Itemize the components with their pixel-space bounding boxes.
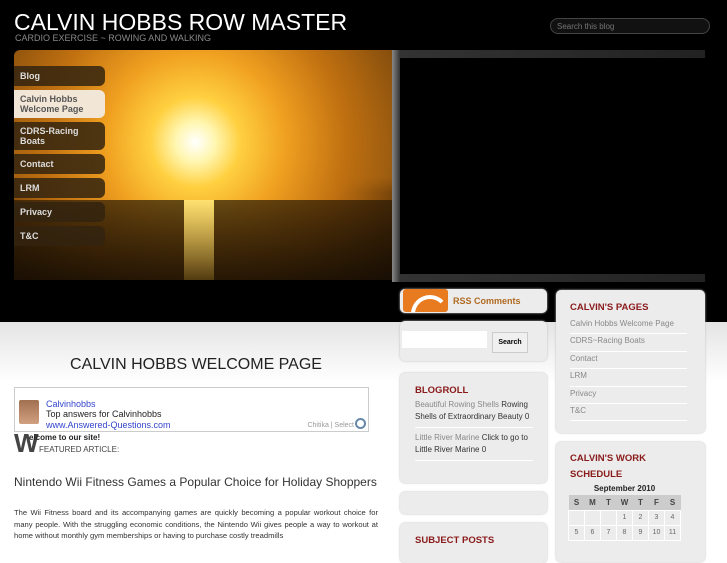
calendar-day: 2: [632, 509, 649, 526]
calendar-day-header: W: [616, 495, 633, 510]
nav-welcome-page[interactable]: Calvin Hobbs Welcome Page: [14, 90, 105, 118]
calendar-day-header: T: [632, 495, 649, 510]
calendar-day: [568, 509, 585, 526]
blogroll-link[interactable]: Little River Marine: [415, 433, 479, 442]
nav-cdrs-racing-boats[interactable]: CDRS-Racing Boats: [14, 122, 105, 150]
calendar-day: [600, 509, 617, 526]
featured-label: FEATURED ARTICLE:: [39, 445, 120, 454]
calendar-day: 10: [648, 524, 665, 541]
ad-name-link[interactable]: Calvinhobbs: [46, 399, 96, 409]
article-title[interactable]: Nintendo Wii Fitness Games a Popular Cho…: [14, 475, 378, 489]
page-link[interactable]: Privacy: [570, 387, 687, 404]
blog-search-input[interactable]: [550, 18, 710, 34]
subject-posts-title: SUBJECT POSTS: [415, 535, 495, 546]
calendar-day-header: S: [568, 495, 585, 510]
ad-brand[interactable]: Chitika | Select: [307, 422, 354, 429]
calendar-day: 4: [664, 509, 681, 526]
rss-comments-link[interactable]: RSS Comments: [453, 296, 521, 306]
site-tagline: CARDIO EXERCISE ~ ROWING AND WALKING: [15, 33, 211, 43]
calendar-day-header: S: [664, 495, 681, 510]
page-link[interactable]: CDRS~Racing Boats: [570, 334, 687, 352]
work-schedule-widget: CALVIN'S WORK SCHEDULE September 2010 SM…: [556, 442, 705, 562]
calendar-day-header: T: [600, 495, 617, 510]
page-link[interactable]: Contact: [570, 352, 687, 370]
subject-posts-widget: SUBJECT POSTS: [400, 523, 547, 563]
calendar-day-header: M: [584, 495, 601, 510]
rss-icon: [403, 289, 448, 312]
calendar-day: [584, 509, 601, 526]
pages-widget: CALVIN'S PAGES Calvin Hobbs Welcome Page…: [556, 290, 705, 433]
blogroll-title: BLOGROLL: [415, 385, 469, 396]
avatar: [19, 400, 39, 424]
sidebar-search-input[interactable]: [402, 331, 487, 348]
calendar-day: 7: [600, 524, 617, 541]
main-nav: Blog Calvin Hobbs Welcome Page CDRS-Raci…: [14, 66, 105, 250]
calendar-day-header: F: [648, 495, 665, 510]
nav-privacy[interactable]: Privacy: [14, 202, 105, 222]
ad-description: Top answers for Calvinhobbs: [46, 409, 162, 419]
video-screen[interactable]: [400, 58, 705, 274]
schedule-title: CALVIN'S WORK SCHEDULE: [570, 453, 646, 480]
calendar-day: 1: [616, 509, 633, 526]
video-panel: [392, 50, 705, 282]
blogroll-item: Little River Marine Click to go to Littl…: [415, 432, 533, 461]
nav-blog[interactable]: Blog: [14, 66, 105, 86]
pages-title: CALVIN'S PAGES: [570, 302, 649, 313]
calendar: September 2010 SMTWTFS 1 2 3 4 5 6 7 8 9 10 11: [568, 484, 681, 541]
nav-contact[interactable]: Contact: [14, 154, 105, 174]
search-button[interactable]: Search: [492, 332, 528, 353]
nav-lrm[interactable]: LRM: [14, 178, 105, 198]
page-link[interactable]: Calvin Hobbs Welcome Page: [570, 317, 687, 335]
sidebar-search: Search: [400, 321, 547, 361]
ad-url-link[interactable]: www.Answered-Questions.com: [46, 420, 171, 430]
rss-comments-box[interactable]: RSS Comments: [400, 289, 547, 313]
calendar-day: 6: [584, 524, 601, 541]
calendar-day: 11: [664, 524, 681, 541]
blogroll-link[interactable]: Beautiful Rowing Shells: [415, 400, 499, 409]
chitika-ad[interactable]: Calvinhobbs Top answers for Calvinhobbs …: [14, 387, 369, 432]
blogroll-count: 0: [524, 412, 530, 421]
calendar-day: 5: [568, 524, 585, 541]
calendar-month: September 2010: [593, 484, 656, 493]
calendar-day: 9: [632, 524, 649, 541]
page-link[interactable]: T&C: [570, 404, 687, 422]
nav-tc[interactable]: T&C: [14, 226, 105, 246]
blogroll-count: 0: [481, 445, 487, 454]
blogroll-item: Beautiful Rowing Shells Rowing Shells of…: [415, 399, 533, 428]
calendar-day: 8: [616, 524, 633, 541]
magnifier-icon: [355, 418, 366, 429]
welcome-text: elcome to our site!: [29, 433, 101, 442]
page-title: CALVIN HOBBS WELCOME PAGE: [70, 356, 322, 373]
blogroll-widget: BLOGROLL Beautiful Rowing Shells Rowing …: [400, 373, 547, 483]
calendar-day: 3: [648, 509, 665, 526]
page-link[interactable]: LRM: [570, 369, 687, 387]
site-title[interactable]: CALVIN HOBBS ROW MASTER: [14, 9, 347, 36]
article-body: The Wii Fitness board and its accompanyi…: [14, 508, 378, 540]
empty-widget: [400, 492, 547, 514]
